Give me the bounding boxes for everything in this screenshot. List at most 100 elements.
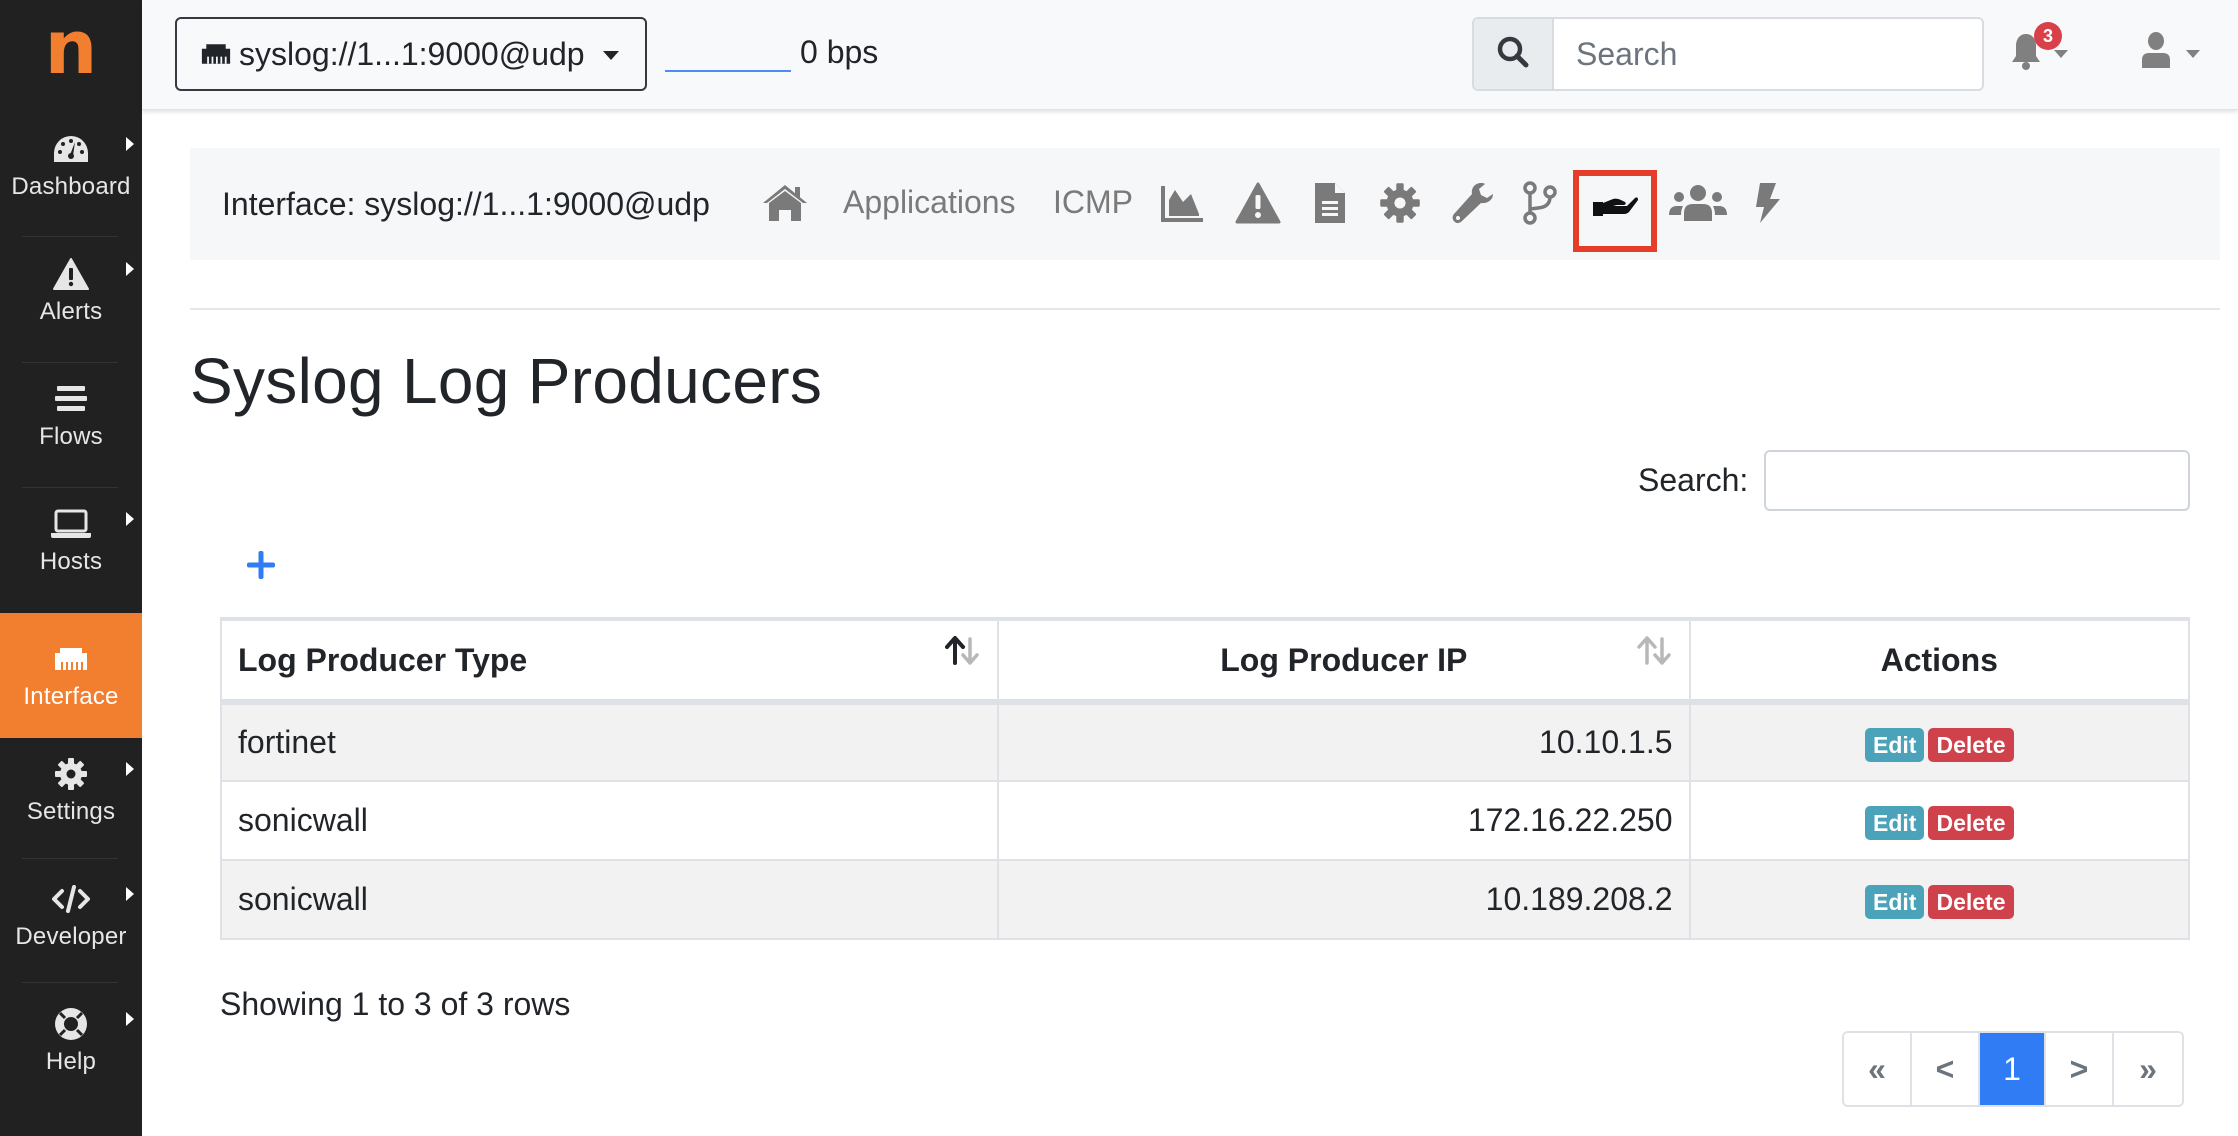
plus-icon <box>247 551 275 579</box>
submenu-caret-icon <box>126 137 134 151</box>
interface-nav-bar: Interface: syslog://1...1:9000@udp Appli… <box>190 148 2220 260</box>
page-1-button[interactable]: 1 <box>1980 1033 2046 1105</box>
chevron-down-icon <box>603 51 619 60</box>
cell-actions: Edit Delete <box>1688 780 2190 861</box>
cell-type: sonicwall <box>219 859 1000 940</box>
sidebar-item-flows[interactable]: Flows <box>0 353 142 478</box>
submenu-caret-icon <box>126 512 134 526</box>
table-row: sonicwall 10.189.208.2 Edit Delete <box>219 859 2190 940</box>
table-search-label: Search: <box>1638 462 1749 498</box>
gear-icon <box>51 756 91 792</box>
nav-applications[interactable]: Applications <box>843 184 1016 221</box>
sidebar-item-label: Settings <box>26 797 116 825</box>
sidebar-item-label: Alerts <box>39 297 103 325</box>
area-chart-icon[interactable] <box>1158 178 1208 228</box>
table-search-input[interactable] <box>1764 450 2190 511</box>
global-search <box>1472 17 1984 91</box>
submenu-caret-icon <box>126 887 134 901</box>
cell-actions: Edit Delete <box>1688 859 2190 940</box>
interface-selector-value: syslog://1...1:9000@udp <box>239 35 585 72</box>
next-page-button[interactable]: > <box>2046 1033 2114 1105</box>
global-search-input[interactable] <box>1556 19 1982 89</box>
edit-button[interactable]: Edit <box>1865 727 1925 762</box>
pagination-info: Showing 1 to 3 of 3 rows <box>220 986 571 1022</box>
submenu-caret-icon <box>126 762 134 776</box>
column-header-ip[interactable]: Log Producer IP <box>997 617 1691 705</box>
top-bar: syslog://1...1:9000@udp 0 bps 3 <box>142 0 2238 110</box>
first-page-button[interactable]: « <box>1844 1033 1912 1105</box>
sidebar-item-interface[interactable]: Interface <box>0 613 142 738</box>
delete-button[interactable]: Delete <box>1928 805 2014 840</box>
bolt-icon[interactable] <box>1742 178 1792 228</box>
throughput-sparkline <box>665 70 791 72</box>
delete-button[interactable]: Delete <box>1928 727 2014 762</box>
code-branch-icon[interactable] <box>1515 178 1565 228</box>
pagination: « < 1 > » <box>1842 1031 2184 1107</box>
life-ring-icon <box>51 1006 91 1042</box>
ntopng-logo[interactable]: n <box>0 0 142 110</box>
edit-button[interactable]: Edit <box>1865 805 1925 840</box>
sidebar-item-dashboard[interactable]: Dashboard <box>0 103 142 228</box>
divider <box>190 308 2220 310</box>
sidebar-item-label: Help <box>45 1047 97 1075</box>
cell-actions: Edit Delete <box>1688 701 2190 782</box>
stream-bars-icon <box>51 381 91 417</box>
sidebar-item-settings[interactable]: Settings <box>0 728 142 853</box>
sidebar-item-alerts[interactable]: Alerts <box>0 228 142 353</box>
interface-title: Interface: syslog://1...1:9000@udp <box>222 186 710 222</box>
sidebar-item-label: Dashboard <box>11 172 131 200</box>
notifications-count-badge: 3 <box>2034 22 2062 50</box>
page-title: Syslog Log Producers <box>190 345 823 417</box>
cell-type: sonicwall <box>219 780 1000 861</box>
column-header-actions: Actions <box>1688 617 2190 705</box>
sort-asc-icon[interactable] <box>943 635 983 667</box>
column-header-type[interactable]: Log Producer Type <box>219 617 1000 705</box>
sidebar: n Dashboard Alerts Flows Hosts Interface… <box>0 0 142 1136</box>
users-icon[interactable] <box>1668 178 1728 228</box>
gear-icon[interactable] <box>1375 178 1425 228</box>
laptop-icon <box>51 506 91 542</box>
edit-button[interactable]: Edit <box>1865 884 1925 919</box>
alert-triangle-icon[interactable] <box>1233 178 1283 228</box>
ethernet-icon <box>201 42 231 66</box>
notifications-dropdown[interactable]: 3 <box>2010 22 2086 82</box>
cell-type: fortinet <box>219 701 1000 782</box>
table-row: fortinet 10.10.1.5 Edit Delete <box>219 701 2190 782</box>
cell-ip: 10.189.208.2 <box>997 859 1691 940</box>
sort-both-icon[interactable] <box>1635 635 1675 667</box>
throughput-value: 0 bps <box>800 34 879 70</box>
highlight-box <box>1573 170 1657 252</box>
chevron-down-icon <box>2054 50 2068 58</box>
submenu-caret-icon <box>126 1012 134 1026</box>
dashboard-gauge-icon <box>51 131 91 167</box>
search-button[interactable] <box>1474 19 1554 89</box>
cell-ip: 172.16.22.250 <box>997 780 1691 861</box>
code-icon <box>51 881 91 917</box>
sidebar-item-label: Developer <box>15 922 127 950</box>
nav-icmp[interactable]: ICMP <box>1053 184 1133 221</box>
log-producers-table: Log Producer Type Log Producer IP Action… <box>219 617 2190 940</box>
home-icon[interactable] <box>760 178 810 228</box>
sidebar-item-label: Interface <box>23 682 119 710</box>
sidebar-item-hosts[interactable]: Hosts <box>0 478 142 603</box>
sidebar-item-help[interactable]: Help <box>0 978 142 1103</box>
add-log-producer-button[interactable] <box>244 548 278 582</box>
cell-ip: 10.10.1.5 <box>997 701 1691 782</box>
file-icon[interactable] <box>1305 178 1355 228</box>
ethernet-icon <box>51 641 91 677</box>
interface-selector-dropdown[interactable]: syslog://1...1:9000@udp <box>175 17 647 91</box>
table-row: sonicwall 172.16.22.250 Edit Delete <box>219 780 2190 861</box>
sidebar-item-label: Flows <box>39 422 103 450</box>
user-icon <box>2140 32 2172 73</box>
chevron-down-icon <box>2186 50 2200 58</box>
submenu-caret-icon <box>126 262 134 276</box>
sidebar-item-label: Hosts <box>39 547 103 575</box>
user-menu-dropdown[interactable] <box>2140 30 2216 80</box>
delete-button[interactable]: Delete <box>1928 884 2014 919</box>
last-page-button[interactable]: » <box>2114 1033 2182 1105</box>
search-icon <box>1496 35 1530 74</box>
wrench-icon[interactable] <box>1448 178 1498 228</box>
sidebar-item-developer[interactable]: Developer <box>0 853 142 978</box>
warning-triangle-icon <box>51 256 91 292</box>
prev-page-button[interactable]: < <box>1912 1033 1980 1105</box>
